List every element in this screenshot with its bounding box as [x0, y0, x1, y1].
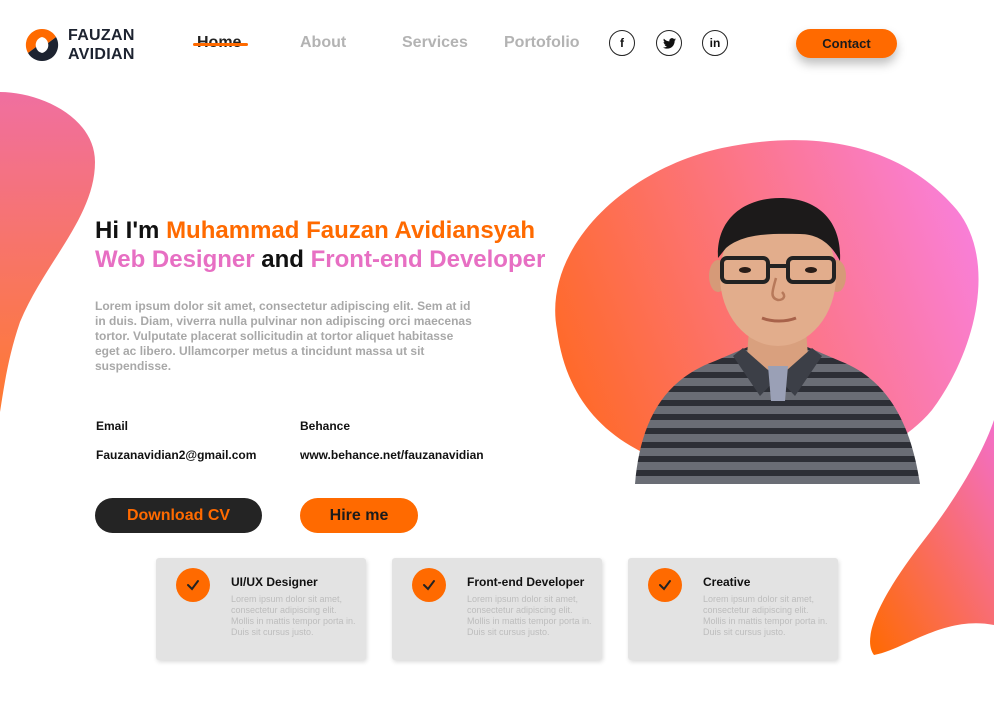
logo-mark-icon [25, 28, 59, 62]
service-card-frontend[interactable]: Front-end Developer Lorem ipsum dolor si… [392, 558, 602, 660]
download-cv-button[interactable]: Download CV [95, 498, 262, 533]
facebook-link[interactable]: f [609, 30, 635, 56]
hero-name: Muhammad Fauzan Avidiansyah [166, 217, 536, 244]
brand-name-line1: FAUZAN [68, 27, 135, 44]
check-icon [176, 568, 210, 602]
profile-photo [635, 198, 920, 484]
check-icon [648, 568, 682, 602]
email-value[interactable]: Fauzanavidian2@gmail.com [96, 448, 256, 462]
hero-role-web-designer: Web Designer [95, 246, 255, 273]
linkedin-icon: in [709, 36, 721, 50]
hero-and: and [261, 246, 304, 273]
portfolio-page: FAUZAN AVIDIAN Home About Services Porto… [0, 0, 994, 718]
nav-item-services[interactable]: Services [402, 34, 468, 52]
service-title: Front-end Developer [467, 575, 585, 589]
facebook-icon: f [620, 36, 624, 50]
hero-role-frontend: Front-end Developer [310, 246, 546, 273]
nav-active-indicator [193, 43, 248, 46]
check-icon [412, 568, 446, 602]
twitter-icon [662, 37, 676, 49]
brand-name: FAUZAN AVIDIAN [68, 26, 135, 64]
email-label: Email [96, 419, 129, 433]
service-title: UI/UX Designer [231, 575, 318, 589]
service-description: Lorem ipsum dolor sit amet, consectetur … [231, 594, 356, 637]
hero-greeting: Hi I'm [95, 217, 160, 244]
hero-headline: Hi I'm Muhammad Fauzan Avidiansyah Web D… [95, 216, 555, 274]
twitter-link[interactable] [656, 30, 682, 56]
contact-button[interactable]: Contact [796, 29, 897, 58]
hire-me-button[interactable]: Hire me [300, 498, 418, 533]
hero-description: Lorem ipsum dolor sit amet, consectetur … [95, 299, 472, 373]
service-card-creative[interactable]: Creative Lorem ipsum dolor sit amet, con… [628, 558, 838, 660]
brand-logo[interactable]: FAUZAN AVIDIAN [24, 26, 135, 64]
brand-name-line2: AVIDIAN [68, 46, 135, 63]
linkedin-link[interactable]: in [702, 30, 728, 56]
service-card-uiux[interactable]: UI/UX Designer Lorem ipsum dolor sit ame… [156, 558, 366, 660]
behance-value[interactable]: www.behance.net/fauzanavidian [300, 448, 484, 462]
service-title: Creative [703, 575, 751, 589]
nav-item-about[interactable]: About [300, 34, 346, 52]
service-description: Lorem ipsum dolor sit amet, consectetur … [703, 594, 828, 637]
service-description: Lorem ipsum dolor sit amet, consectetur … [467, 594, 592, 637]
nav-item-portfolio[interactable]: Portofolio [504, 34, 580, 52]
decorative-blob-left [0, 92, 95, 412]
behance-label: Behance [300, 419, 351, 433]
